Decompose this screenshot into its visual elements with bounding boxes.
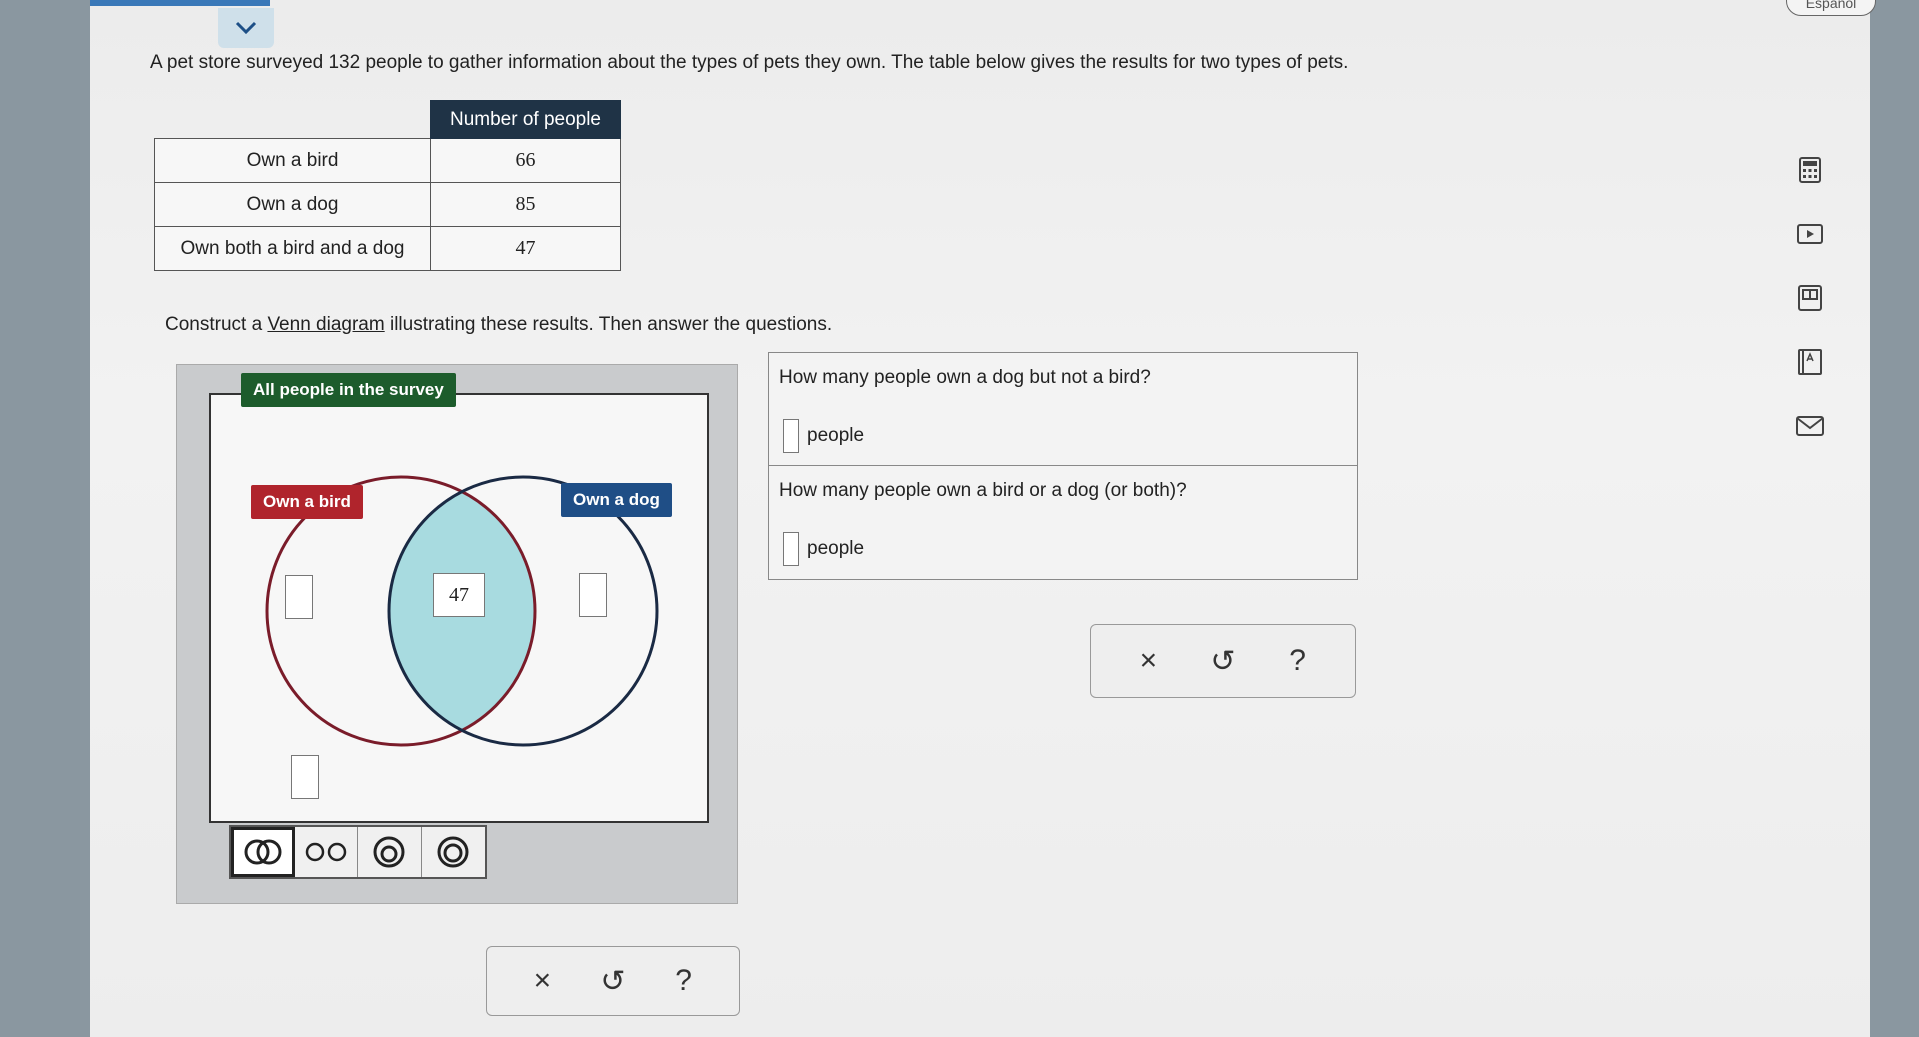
- questions-panel: How many people own a dog but not a bird…: [768, 352, 1358, 580]
- instructions-text: Construct a: [165, 314, 268, 335]
- collapse-button[interactable]: [218, 8, 274, 48]
- side-toolbar: [1795, 155, 1835, 475]
- row-value: 66: [430, 138, 621, 183]
- venn-diagram-panel: All people in the survey Own a bird Own …: [176, 364, 738, 904]
- answer-input[interactable]: [783, 532, 799, 566]
- survey-table: Number of people Own a bird 66 Own a dog…: [154, 100, 621, 271]
- textbook-icon: [1798, 285, 1822, 311]
- bird-set-label: Own a bird: [251, 485, 363, 519]
- clear-button[interactable]: ×: [522, 964, 562, 998]
- instructions-text-end: illustrating these results. Then answer …: [384, 314, 833, 335]
- instructions: Construct a Venn diagram illustrating th…: [165, 314, 832, 336]
- table-header: Number of people: [430, 100, 621, 139]
- clear-button[interactable]: ×: [1128, 644, 1168, 678]
- mail-icon: [1796, 416, 1824, 436]
- answer-row: people: [783, 532, 864, 566]
- help-button[interactable]: ?: [664, 964, 704, 998]
- venn-shape-toolbar: [229, 825, 487, 879]
- dog-set-label: Own a dog: [561, 483, 672, 517]
- question-text: How many people own a bird or a dog (or …: [779, 480, 1187, 501]
- both-input[interactable]: 47: [433, 573, 485, 617]
- question-2: How many people own a bird or a dog (or …: [769, 465, 1357, 577]
- separate-circles-icon: [305, 842, 347, 862]
- venn-action-bar: × ↺ ?: [486, 946, 740, 1016]
- question-text: How many people own a dog but not a bird…: [779, 367, 1151, 388]
- help-button[interactable]: ?: [1278, 644, 1318, 678]
- venn-diagram-link[interactable]: Venn diagram: [267, 314, 384, 335]
- undo-button[interactable]: ↺: [593, 964, 633, 999]
- dog-only-input[interactable]: [579, 573, 607, 617]
- textbook-button[interactable]: [1795, 283, 1825, 313]
- row-value: 47: [430, 226, 621, 271]
- overlapping-circles-icon: [244, 839, 282, 865]
- row-label: Own both a bird and a dog: [154, 226, 431, 271]
- answer-row: people: [783, 419, 864, 453]
- chevron-down-icon: [235, 21, 257, 35]
- video-button[interactable]: [1795, 219, 1825, 249]
- table-row: Own a dog 85: [154, 182, 621, 227]
- neither-input[interactable]: [291, 755, 319, 799]
- row-label: Own a bird: [154, 138, 431, 183]
- answer-unit: people: [807, 425, 865, 446]
- question-action-bar: × ↺ ?: [1090, 624, 1356, 698]
- nested-circles-icon: [373, 836, 405, 868]
- glossary-icon: [1798, 349, 1822, 375]
- venn-circles: [265, 475, 659, 747]
- question-1: How many people own a dog but not a bird…: [769, 353, 1357, 465]
- table-row: Own both a bird and a dog 47: [154, 226, 621, 271]
- table-corner: [155, 101, 431, 139]
- answer-input[interactable]: [783, 419, 799, 453]
- nested-circles-alt-icon: [437, 836, 469, 868]
- undo-button[interactable]: ↺: [1203, 644, 1243, 679]
- overlapping-circles-button[interactable]: [231, 827, 295, 877]
- answer-unit: people: [807, 538, 865, 559]
- calculator-button[interactable]: [1795, 155, 1825, 185]
- nested-circles-left-button[interactable]: [358, 827, 422, 877]
- bird-only-input[interactable]: [285, 575, 313, 619]
- nested-circles-right-button[interactable]: [422, 827, 485, 877]
- mail-button[interactable]: [1795, 411, 1825, 441]
- row-value: 85: [430, 182, 621, 227]
- universe-label: All people in the survey: [241, 373, 456, 407]
- language-button[interactable]: Español: [1786, 0, 1876, 16]
- separate-circles-button[interactable]: [295, 827, 359, 877]
- row-label: Own a dog: [154, 182, 431, 227]
- calculator-icon: [1799, 157, 1821, 183]
- problem-prompt: A pet store surveyed 132 people to gathe…: [150, 52, 1349, 73]
- glossary-button[interactable]: [1795, 347, 1825, 377]
- table-row: Own a bird 66: [154, 138, 621, 183]
- top-progress-strip: [90, 0, 270, 6]
- video-icon: [1797, 224, 1823, 244]
